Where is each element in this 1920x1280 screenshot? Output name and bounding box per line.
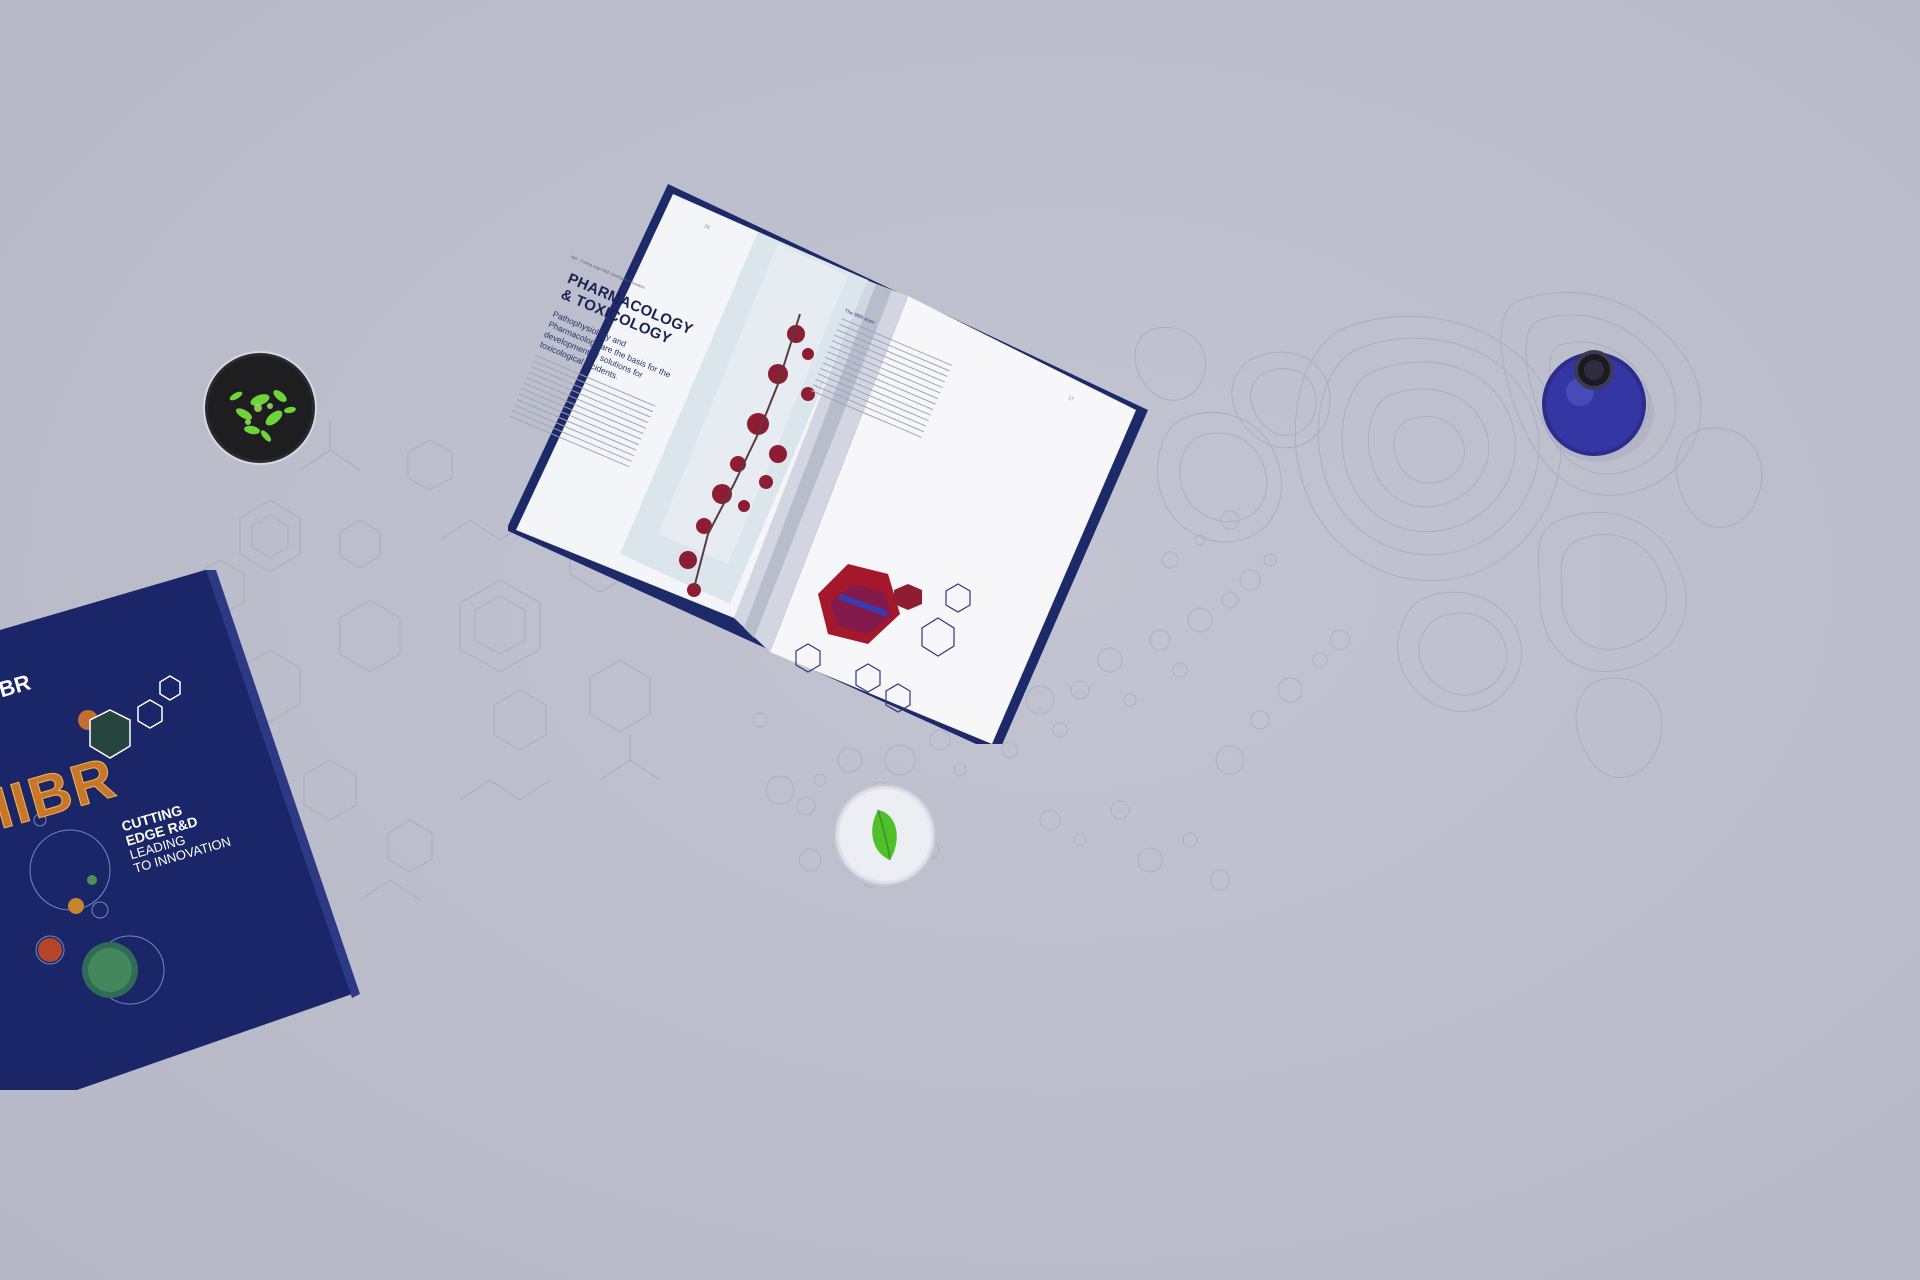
mockup-scene: IBR · Cutting edge R&D leading to innova… xyxy=(0,0,1920,1280)
petri-dish-with-plant xyxy=(203,351,317,465)
petri-dish-with-leaf xyxy=(834,784,936,886)
round-bottom-flask-blue xyxy=(1542,350,1654,462)
closed-book: IBR IIBR CUTTING EDGE R&D LEADING TO INN… xyxy=(0,570,360,1090)
open-book: IBR · Cutting edge R&D leading to innova… xyxy=(508,184,1148,744)
